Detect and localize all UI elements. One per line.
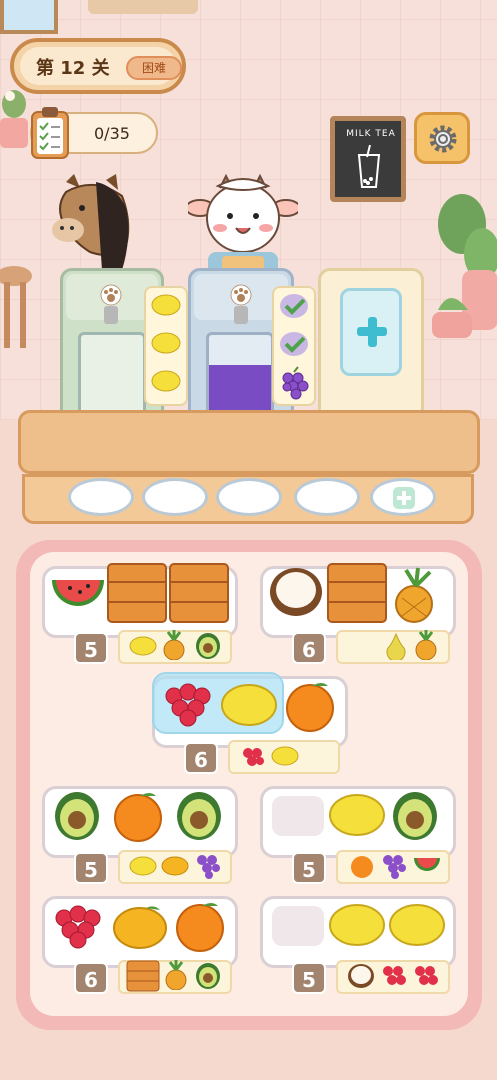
raspberry-icon[interactable]	[160, 678, 218, 730]
avocado-icon	[196, 633, 220, 659]
pineapple-icon	[165, 960, 187, 990]
shelf	[88, 0, 198, 14]
machine-1-nozzle	[104, 306, 118, 324]
machine-2-nozzle	[234, 306, 248, 324]
wooden-crate-icon	[107, 563, 167, 623]
lemon-icon[interactable]	[220, 682, 278, 728]
horse-customer	[52, 174, 130, 270]
raspberry-icon	[243, 748, 264, 766]
plus-icon	[357, 317, 387, 347]
remaining-count-badge: 5	[74, 632, 108, 664]
avocado-icon[interactable]	[174, 790, 224, 842]
lemon-icon	[271, 746, 299, 766]
orange-icon[interactable]	[174, 898, 226, 952]
level-label: 第 12 关	[36, 58, 110, 79]
plate-slot-3[interactable]	[216, 478, 282, 516]
lemon-icon	[129, 636, 157, 656]
pineapple-icon	[415, 630, 437, 660]
lemon-icon[interactable]	[328, 792, 386, 838]
remaining-count-badge: 5	[292, 852, 326, 884]
empty-slot[interactable]	[272, 906, 324, 946]
difficulty-badge: 困难	[126, 56, 182, 80]
orange-icon[interactable]	[112, 788, 164, 842]
watermelon-icon[interactable]	[48, 568, 108, 618]
plate-slot-5[interactable]	[370, 478, 436, 516]
window-frame	[0, 0, 58, 34]
pear-icon	[386, 632, 406, 660]
raspberry-icon	[383, 966, 406, 985]
raspberry-icon[interactable]	[50, 900, 108, 952]
check-icon	[280, 294, 308, 318]
remaining-count-badge: 5	[74, 852, 108, 884]
level-indicator: 第 12 关 困难	[10, 38, 186, 94]
progress-label: 0/35	[94, 124, 130, 143]
pineapple-icon[interactable]	[392, 566, 442, 624]
settings-button[interactable]	[414, 112, 470, 164]
coconut-icon	[348, 964, 374, 988]
wooden-crate-icon	[126, 960, 160, 992]
sign-text: MILK TEA	[346, 129, 396, 139]
plate-slot-2[interactable]	[142, 478, 208, 516]
lemon-icon	[151, 294, 181, 316]
orange-icon[interactable]	[284, 678, 336, 732]
wooden-crate-icon	[169, 563, 229, 623]
lemon-icon	[151, 370, 181, 392]
counter-top	[18, 410, 480, 474]
lemon-icon[interactable]	[328, 902, 386, 948]
remaining-count-badge: 6	[184, 742, 218, 774]
coconut-icon[interactable]	[268, 566, 324, 618]
paw-icon	[230, 284, 252, 306]
watermelon-icon	[414, 858, 440, 871]
clipboard-icon	[31, 107, 69, 159]
remaining-count-badge: 6	[74, 962, 108, 994]
orange-icon	[351, 856, 373, 878]
plate-slot-4[interactable]	[294, 478, 360, 516]
mango-icon	[161, 856, 189, 876]
grapes-icon	[282, 366, 309, 400]
grapes-icon	[383, 855, 406, 879]
mango-icon[interactable]	[112, 902, 168, 950]
paw-icon	[100, 284, 122, 306]
gear-icon	[429, 125, 457, 153]
stool	[0, 266, 32, 348]
lemon-icon	[151, 332, 181, 354]
pineapple-icon	[163, 630, 185, 660]
grapes-icon	[197, 855, 220, 879]
milk-tea-sign: MILK TEA	[330, 116, 406, 202]
plate-slot-1[interactable]	[68, 478, 134, 516]
bubble-tea-icon	[357, 145, 381, 188]
avocado-icon[interactable]	[390, 790, 440, 842]
remaining-count-badge: 5	[292, 962, 326, 994]
plus-icon	[393, 487, 415, 509]
empty-slot[interactable]	[272, 796, 324, 836]
raspberry-icon	[415, 966, 438, 985]
unlock-machine-button[interactable]	[340, 288, 402, 376]
wooden-crate-icon	[327, 563, 387, 623]
lemon-icon	[129, 856, 157, 876]
avocado-icon	[196, 963, 220, 989]
potted-plant-right	[432, 194, 497, 338]
remaining-count-badge: 6	[292, 632, 326, 664]
goat-customer	[188, 174, 298, 274]
check-icon	[280, 332, 308, 356]
lemon-icon[interactable]	[388, 902, 446, 948]
avocado-icon[interactable]	[52, 790, 102, 842]
